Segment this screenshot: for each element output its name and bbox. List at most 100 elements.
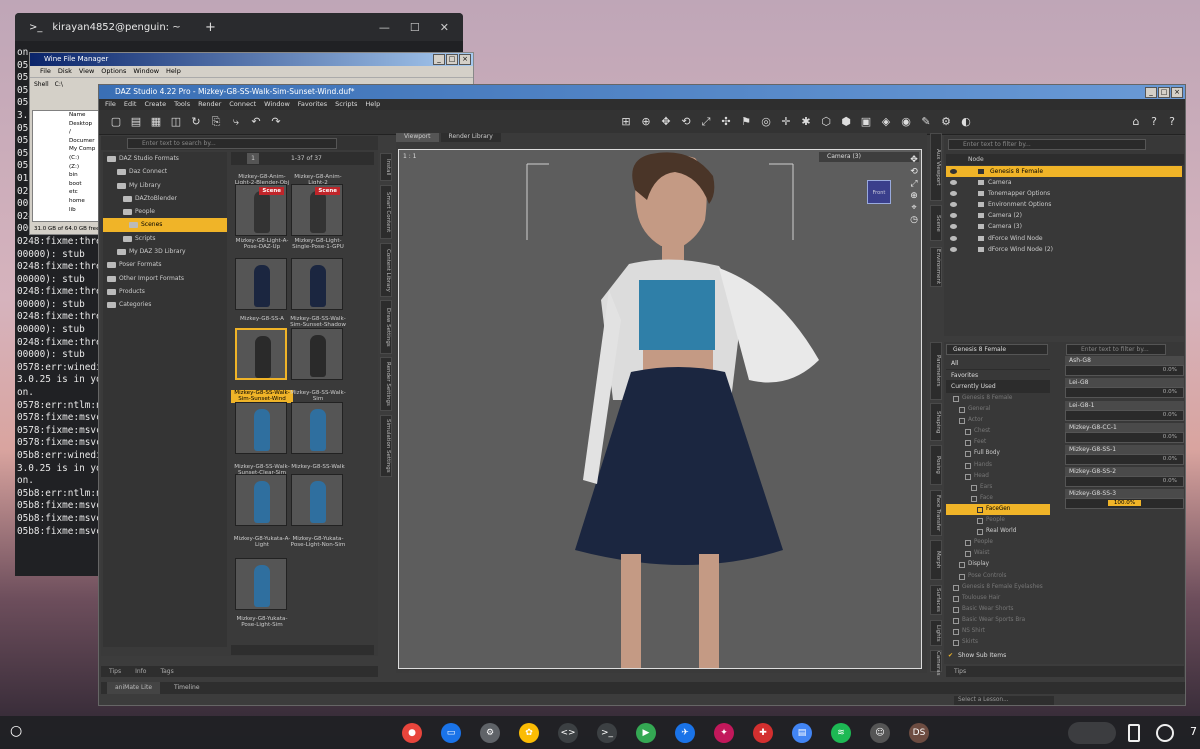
- parameter-node[interactable]: Genesis 8 Female: [946, 393, 1050, 404]
- thumbnail[interactable]: Scene: [235, 184, 287, 236]
- toolbar-transform-icon[interactable]: ✱: [799, 115, 813, 129]
- scene-node[interactable]: dForce Wind Node (2): [946, 244, 1182, 255]
- toolbar-tool-icon[interactable]: ⎘: [209, 115, 223, 129]
- left-vertical-tab[interactable]: Draw Settings: [380, 300, 392, 354]
- toolbar-transform-icon[interactable]: ✥: [659, 115, 673, 129]
- status-tray[interactable]: [1068, 722, 1116, 744]
- daz-menu-item[interactable]: Edit: [124, 99, 137, 110]
- toolbar-transform-icon[interactable]: ◎: [759, 115, 773, 129]
- morph-slider[interactable]: Lei-G8 0.0%: [1065, 378, 1184, 400]
- thumbnail-label[interactable]: Mizkey-G8-Light-A-Pose-DAZ-Up: [231, 238, 293, 251]
- morph-slider[interactable]: Mizkey-G8-SS-3 100.0%: [1065, 489, 1184, 511]
- left-vertical-tab[interactable]: Smart Content: [380, 185, 392, 239]
- thumbnail-label[interactable]: Mizkey-G8-Light-Single-Pose-1-GPU: [287, 238, 349, 251]
- slider-track[interactable]: 0.0%: [1065, 432, 1184, 443]
- thumbnail-label[interactable]: Mizkey-G8-SS-A: [231, 316, 293, 322]
- eye-icon[interactable]: [950, 180, 957, 186]
- right-vertical-tab[interactable]: Cameras: [930, 650, 942, 675]
- library-item[interactable]: People: [103, 205, 227, 218]
- close-button[interactable]: ×: [1171, 87, 1183, 98]
- viewport-nav-icon[interactable]: ⊕: [907, 191, 921, 203]
- thumbnail-label[interactable]: Mizkey-G8-SS-Walk-Sim-Sunset-Shadow: [287, 316, 349, 329]
- library-item[interactable]: Scenes: [103, 218, 227, 232]
- maximize-button[interactable]: □: [446, 54, 458, 65]
- slider-track[interactable]: 0.0%: [1065, 454, 1184, 465]
- wine-menu-item[interactable]: Window: [133, 66, 159, 77]
- drive-shell[interactable]: Shell: [34, 78, 49, 90]
- bottom-tab[interactable]: aniMate Lite: [107, 682, 161, 694]
- morph-slider[interactable]: Ash-G8 0.0%: [1065, 356, 1184, 378]
- library-item[interactable]: My DAZ 3D Library: [103, 245, 227, 258]
- shelf-app-chrome-icon[interactable]: ●: [402, 723, 422, 743]
- slider-track[interactable]: 0.0%: [1065, 387, 1184, 398]
- thumbnail-label[interactable]: Mizkey-G8-SS-Walk-Sim-Sunset-Wind: [231, 390, 293, 403]
- toolbar-tool-icon[interactable]: ↶: [249, 115, 263, 129]
- parameter-node[interactable]: Full Body: [946, 448, 1050, 459]
- viewport-nav-icon[interactable]: ⟲: [907, 167, 921, 179]
- thumbnail[interactable]: [291, 402, 343, 454]
- wine-menu-item[interactable]: File: [40, 66, 51, 77]
- parameter-tab[interactable]: All: [946, 358, 1050, 370]
- toolbar-tool-icon[interactable]: ▦: [149, 115, 163, 129]
- toolbar-transform-icon[interactable]: ⬢: [839, 115, 853, 129]
- daz-menu-item[interactable]: Create: [144, 99, 166, 110]
- toolbar-help-icon[interactable]: ⌂: [1129, 115, 1143, 129]
- parameter-node[interactable]: Face: [946, 493, 1050, 504]
- page-number[interactable]: 1: [247, 153, 259, 164]
- toolbar-help-icon[interactable]: ?: [1165, 115, 1179, 129]
- right-vertical-tab[interactable]: Aux Viewport: [930, 133, 942, 201]
- phone-icon[interactable]: [1128, 724, 1140, 742]
- right-vertical-tab[interactable]: Environment: [930, 247, 942, 287]
- right-vertical-tab[interactable]: Shaping: [930, 403, 942, 441]
- shelf-app-files-icon[interactable]: ▭: [441, 723, 461, 743]
- thumbnail[interactable]: [235, 474, 287, 526]
- morph-slider[interactable]: Mizkey-G8-SS-1 0.0%: [1065, 445, 1184, 467]
- maximize-button[interactable]: □: [1158, 87, 1170, 98]
- slider-value[interactable]: 100.0%: [1107, 500, 1142, 506]
- parameter-node[interactable]: Actor: [946, 415, 1050, 426]
- slider-value[interactable]: 0.0%: [1163, 478, 1177, 484]
- slider-value[interactable]: 0.0%: [1163, 412, 1177, 418]
- toolbar-transform-icon[interactable]: ⤢: [699, 115, 713, 129]
- toolbar-transform-icon[interactable]: ⬡: [819, 115, 833, 129]
- wine-menu-item[interactable]: View: [79, 66, 94, 77]
- scene-filter-input[interactable]: Enter text to filter by...: [948, 139, 1146, 150]
- parameter-node[interactable]: Skirts: [946, 637, 1050, 648]
- thumbnail[interactable]: [291, 474, 343, 526]
- morph-slider[interactable]: Mizkey-G8-CC-1 0.0%: [1065, 423, 1184, 445]
- viewport-tab[interactable]: Render Library: [440, 133, 501, 142]
- shelf-app-wine-icon[interactable]: ☺: [870, 723, 890, 743]
- parameter-node[interactable]: General: [946, 404, 1050, 415]
- eye-icon[interactable]: [950, 213, 957, 219]
- thumbnail[interactable]: [291, 328, 343, 380]
- parameter-node[interactable]: Basic Wear Shorts: [946, 604, 1050, 615]
- left-vertical-tab[interactable]: Render Settings: [380, 357, 392, 411]
- show-sub-items[interactable]: ✔ Show Sub Items: [946, 650, 1050, 661]
- parameter-node[interactable]: Waist: [946, 548, 1050, 559]
- daz-menu-item[interactable]: File: [105, 99, 116, 110]
- left-bottom-tab[interactable]: Info: [135, 666, 146, 677]
- library-item[interactable]: Daz Connect: [103, 165, 227, 178]
- slider-track[interactable]: 0.0%: [1065, 410, 1184, 421]
- thumbnail-label[interactable]: Mizkey-G8-SS-Walk: [287, 464, 349, 470]
- thumbnail[interactable]: [235, 558, 287, 610]
- drive-c[interactable]: C:\: [55, 78, 63, 90]
- thumbnail-label[interactable]: Mizkey-G8-SS-Walk-Sim: [287, 390, 349, 403]
- toolbar-transform-icon[interactable]: ✛: [779, 115, 793, 129]
- parameter-node[interactable]: Chest: [946, 426, 1050, 437]
- shelf-app-DS-icon[interactable]: DS: [909, 723, 929, 743]
- toolbar-transform-icon[interactable]: ✣: [719, 115, 733, 129]
- library-item[interactable]: Poser Formats: [103, 258, 227, 271]
- daz-menu-item[interactable]: Scripts: [335, 99, 357, 110]
- toolbar-transform-icon[interactable]: ✎: [919, 115, 933, 129]
- slider-track[interactable]: 100.0%: [1065, 498, 1184, 509]
- do-not-disturb-icon[interactable]: [1156, 724, 1174, 742]
- morph-slider[interactable]: Mizkey-G8-SS-2 0.0%: [1065, 467, 1184, 489]
- daz-menu-item[interactable]: Help: [365, 99, 380, 110]
- shelf-app-photos-icon[interactable]: ✿: [519, 723, 539, 743]
- shelf-app-app-icon[interactable]: ✦: [714, 723, 734, 743]
- left-bottom-tab[interactable]: Tips: [109, 666, 121, 677]
- thumbnail[interactable]: Scene: [291, 184, 343, 236]
- daz-menu-item[interactable]: Tools: [174, 99, 190, 110]
- parameter-node[interactable]: NS Shirt: [946, 626, 1050, 637]
